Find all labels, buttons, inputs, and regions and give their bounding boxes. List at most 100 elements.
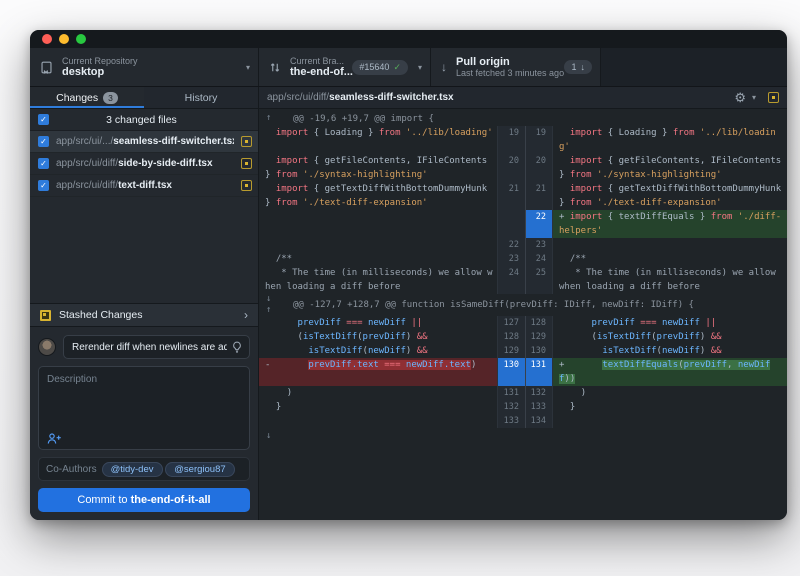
commit-button[interactable]: Commit to the-end-of-it-all — [38, 488, 250, 512]
new-line-number[interactable]: 19 — [525, 126, 553, 154]
close-button[interactable] — [42, 34, 52, 44]
code-line-left — [259, 238, 497, 252]
hunk-header: ↑@@ -19,6 +19,7 @@ import { — [259, 111, 787, 126]
new-line-number[interactable]: 132 — [525, 386, 553, 400]
zoom-button[interactable] — [76, 34, 86, 44]
sidebar: Changes3History ✓ 3 changed files ✓app/s… — [30, 87, 259, 520]
file-checkbox[interactable]: ✓ — [38, 158, 49, 169]
modified-icon — [241, 136, 252, 147]
file-checkbox[interactable]: ✓ — [38, 180, 49, 191]
old-line-number[interactable]: 24 — [497, 266, 525, 294]
code-line-left: import { getFileContents, IFileContents … — [259, 154, 497, 182]
code-line-right: ) — [553, 386, 787, 400]
current-repository-button[interactable]: Current Repository desktop ▾ — [30, 48, 259, 86]
commit-description-box — [38, 366, 250, 450]
new-line-number[interactable]: 25 — [525, 266, 553, 294]
expand-up-icon[interactable]: ↑ — [266, 113, 271, 124]
commit-description-input[interactable] — [39, 367, 249, 427]
new-line-number[interactable]: 20 — [525, 154, 553, 182]
avatar — [38, 338, 56, 356]
new-line-number[interactable]: 22 — [525, 210, 553, 238]
diff-row: 2223 — [259, 238, 787, 252]
branch-name: the-end-of... — [290, 66, 343, 79]
expand-down-icon[interactable]: ↓ — [266, 294, 271, 305]
stashed-changes-label: Stashed Changes — [59, 309, 142, 321]
old-line-number[interactable]: 21 — [497, 182, 525, 210]
old-line-number[interactable]: 23 — [497, 252, 525, 266]
pull-origin-button[interactable]: ↓ Pull origin Last fetched 3 minutes ago… — [431, 48, 601, 86]
old-line-number[interactable]: 133 — [497, 414, 525, 428]
select-all-checkbox[interactable]: ✓ — [38, 114, 49, 125]
new-line-number[interactable]: 24 — [525, 252, 553, 266]
file-list-empty-area — [30, 197, 258, 303]
chevron-down-icon[interactable]: ▾ — [752, 93, 756, 102]
file-checkbox[interactable]: ✓ — [38, 136, 49, 147]
tab-changes[interactable]: Changes3 — [30, 87, 144, 108]
coauthors-field[interactable]: Co-Authors @tidy-dev @sergiou87 — [38, 457, 250, 481]
new-line-number[interactable]: 131 — [525, 358, 553, 386]
new-line-number[interactable]: 129 — [525, 330, 553, 344]
branch-label: Current Bra... — [290, 56, 343, 66]
pull-title: Pull origin — [456, 56, 555, 69]
old-line-number[interactable]: 127 — [497, 316, 525, 330]
new-line-number[interactable]: 134 — [525, 414, 553, 428]
file-path: app/src/ui/.../seamless-diff-switcher.ts… — [56, 136, 234, 147]
old-line-number[interactable]: 20 — [497, 154, 525, 182]
chevron-down-icon: ▾ — [418, 63, 422, 72]
diff-row: )131132 ) — [259, 386, 787, 400]
diff-file-name: seamless-diff-switcher.tsx — [329, 92, 454, 103]
lightbulb-icon[interactable] — [231, 340, 244, 353]
old-line-number[interactable]: 131 — [497, 386, 525, 400]
minimize-button[interactable] — [59, 34, 69, 44]
expand-down-icon[interactable]: ↓ — [266, 431, 271, 442]
old-line-number[interactable]: 19 — [497, 126, 525, 154]
changes-history-tabs: Changes3History — [30, 87, 258, 109]
commit-form: Co-Authors @tidy-dev @sergiou87 Commit t… — [30, 327, 258, 520]
old-line-number[interactable] — [497, 210, 525, 238]
chevron-right-icon: › — [244, 308, 248, 322]
old-line-number[interactable]: 129 — [497, 344, 525, 358]
new-line-number[interactable]: 130 — [525, 344, 553, 358]
code-line-right: import { Loading } from '../lib/loading' — [553, 126, 787, 154]
old-line-number[interactable]: 128 — [497, 330, 525, 344]
chevron-down-icon: ▾ — [246, 63, 250, 72]
old-line-number[interactable]: 130 — [497, 358, 525, 386]
modified-icon — [241, 180, 252, 191]
tab-history[interactable]: History — [144, 87, 258, 108]
old-line-number[interactable]: 132 — [497, 400, 525, 414]
stashed-changes-row[interactable]: Stashed Changes › — [30, 303, 258, 327]
diff-expand-footer: ↓ — [259, 428, 787, 444]
new-line-number[interactable]: 23 — [525, 238, 553, 252]
new-line-number[interactable]: 133 — [525, 400, 553, 414]
new-line-number[interactable]: 128 — [525, 316, 553, 330]
file-row[interactable]: ✓ app/src/ui/.../seamless-diff-switcher.t… — [30, 131, 258, 153]
diff-body: ↑@@ -19,6 +19,7 @@ import { import { Loa… — [259, 109, 787, 520]
coauthor-chips: @tidy-dev @sergiou87 — [102, 464, 235, 475]
hunk-header-text: @@ -127,7 +128,7 @@ function isSameDiff(… — [293, 298, 694, 312]
diff-pane: app/src/ui/diff/seamless-diff-switcher.t… — [259, 87, 787, 520]
file-row[interactable]: ✓app/src/ui/diff/text-diff.tsx — [30, 175, 258, 197]
pull-count-badge: 1 ↓ — [564, 60, 592, 74]
gear-icon[interactable]: ⚙ — [734, 90, 746, 106]
commit-summary-input[interactable] — [63, 335, 250, 359]
coauthor-chip[interactable]: @sergiou87 — [165, 462, 234, 477]
pr-badge: #15640 ✓ — [352, 60, 408, 75]
diff-row: (isTextDiff(prevDiff) &&128129 (isTextDi… — [259, 330, 787, 344]
diff-row: - prevDiff.text === newDiff.text)130131+… — [259, 358, 787, 386]
diff-file-path: app/src/ui/diff/ — [267, 92, 329, 103]
add-coauthor-icon[interactable] — [47, 432, 62, 445]
diff-row: prevDiff === newDiff ||127128 prevDiff =… — [259, 316, 787, 330]
file-row[interactable]: ✓app/src/ui/diff/side-by-side-diff.tsx — [30, 153, 258, 175]
code-line-left — [259, 414, 497, 428]
diff-file-header: app/src/ui/diff/seamless-diff-switcher.t… — [259, 87, 787, 109]
current-branch-button[interactable]: Current Bra... the-end-of... #15640 ✓ ▾ — [259, 48, 431, 86]
code-line-right: import { getTextDiffWithBottomDummyHunk … — [553, 182, 787, 210]
coauthor-chip[interactable]: @tidy-dev — [102, 462, 163, 477]
diff-row: isTextDiff(newDiff) &&129130 isTextDiff(… — [259, 344, 787, 358]
check-icon: ✓ — [393, 62, 401, 73]
old-line-number[interactable]: 22 — [497, 238, 525, 252]
changed-files-list: ✓ app/src/ui/.../seamless-diff-switcher.t… — [30, 131, 258, 197]
new-line-number[interactable]: 21 — [525, 182, 553, 210]
expand-up-icon[interactable]: ↑ — [266, 305, 271, 316]
file-name: text-diff.tsx — [118, 180, 172, 191]
